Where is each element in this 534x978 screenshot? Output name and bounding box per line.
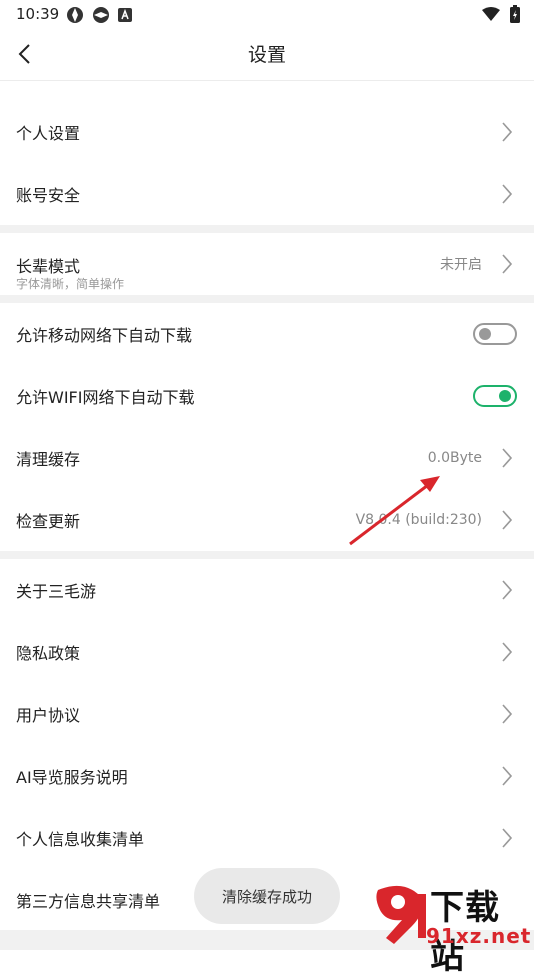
row-label: 隐私政策 — [16, 644, 81, 663]
status-bar: 10:39 — [0, 0, 534, 28]
cache-size: 0.0Byte — [427, 450, 482, 466]
mobile-download-toggle[interactable] — [473, 323, 517, 345]
row-value: 未开启 — [440, 257, 482, 273]
wifi-download-toggle[interactable] — [473, 385, 517, 407]
watermark-url: 91xz.net — [426, 924, 532, 948]
wifi-icon — [482, 7, 500, 21]
chevron-right-icon — [502, 122, 513, 142]
row-elder-mode[interactable]: 长辈模式 字体清晰，简单操作 未开启 — [0, 233, 534, 295]
app-icon — [67, 7, 83, 23]
row-personal-settings[interactable]: 个人设置 — [0, 101, 534, 163]
row-label: 关于三毛游 — [16, 582, 97, 601]
title-bar: 设置 — [0, 28, 534, 81]
row-subtitle: 字体清晰，简单操作 — [16, 277, 125, 291]
row-user-agreement[interactable]: 用户协议 — [0, 683, 534, 745]
row-wifi-download: 允许WIFI网络下自动下载 — [0, 365, 534, 427]
page-title: 设置 — [247, 44, 286, 66]
chevron-right-icon — [502, 580, 513, 600]
status-icons-left — [66, 6, 132, 24]
chevron-right-icon — [502, 642, 513, 662]
row-label: 个人信息收集清单 — [16, 830, 145, 849]
status-time: 10:39 — [16, 5, 60, 23]
settings-list: 个人设置 账号安全 长辈模式 字体清晰，简单操作 未开启 允许移动网络下自动下载… — [0, 101, 534, 931]
section-divider — [0, 225, 534, 233]
row-label: 检查更新 — [16, 512, 81, 531]
row-privacy-policy[interactable]: 隐私政策 — [0, 621, 534, 683]
chevron-right-icon — [502, 448, 513, 468]
chevron-right-icon — [502, 184, 513, 204]
row-ai-guide[interactable]: AI导览服务说明 — [0, 745, 534, 807]
version-text: V8.0.4 (build:230) — [355, 512, 482, 528]
chevron-right-icon — [502, 766, 513, 786]
chevron-right-icon — [502, 828, 513, 848]
toast-message: 清除缓存成功 — [194, 868, 340, 924]
row-label: 允许WIFI网络下自动下载 — [16, 388, 195, 407]
row-about[interactable]: 关于三毛游 — [0, 559, 534, 621]
toggle-knob — [499, 390, 511, 402]
chevron-right-icon — [502, 704, 513, 724]
section-divider — [0, 551, 534, 559]
row-label: 账号安全 — [16, 186, 81, 205]
row-label: 用户协议 — [16, 706, 81, 725]
row-personal-info-list[interactable]: 个人信息收集清单 — [0, 807, 534, 869]
row-mobile-download: 允许移动网络下自动下载 — [0, 303, 534, 365]
a-badge-icon — [118, 8, 132, 22]
section-divider — [0, 295, 534, 303]
chevron-right-icon — [502, 510, 513, 530]
app-icon — [93, 7, 109, 23]
battery-icon — [510, 5, 520, 23]
status-icons-right — [482, 5, 520, 23]
row-label: 个人设置 — [16, 124, 81, 143]
row-clear-cache[interactable]: 清理缓存 0.0Byte — [0, 427, 534, 489]
row-label: 允许移动网络下自动下载 — [16, 326, 193, 345]
chevron-right-icon — [502, 254, 513, 274]
row-account-security[interactable]: 账号安全 — [0, 163, 534, 225]
row-label: 长辈模式 — [16, 257, 81, 276]
row-label: 清理缓存 — [16, 450, 81, 469]
toggle-knob — [479, 328, 491, 340]
row-check-update[interactable]: 检查更新 V8.0.4 (build:230) — [0, 489, 534, 551]
row-label: AI导览服务说明 — [16, 768, 128, 787]
row-label: 第三方信息共享清单 — [16, 892, 161, 911]
